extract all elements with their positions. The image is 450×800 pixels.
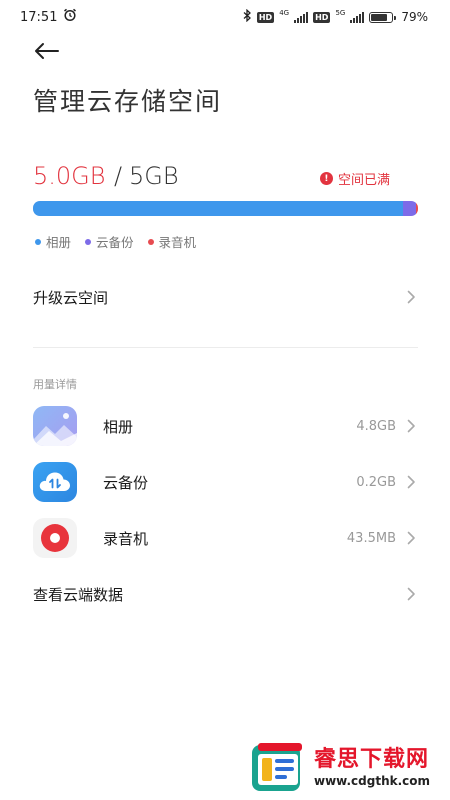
battery-fill [371,13,388,21]
bluetooth-icon [242,8,252,25]
usage-separator: / [114,162,123,190]
alarm-icon [63,8,77,26]
signal-icon-1 [294,11,309,23]
page-title: 管理云存储空间 [33,87,223,116]
usage-used: 5.0GB [33,162,106,190]
detail-name-recorder: 录音机 [103,529,149,548]
legend-item-album: 相册 [35,232,71,251]
arrow-left-icon [33,42,59,64]
storage-full-status: ! 空间已满 [319,169,390,188]
chevron-right-icon [404,290,418,304]
legend-label-album: 相册 [46,235,72,250]
legend-item-recorder: 录音机 [147,232,197,251]
view-cloud-data-label: 查看云端数据 [33,585,124,604]
chevron-right-icon [404,587,418,601]
legend-dot-album [35,238,41,245]
storage-bar [33,201,418,216]
detail-size-recorder: 43.5MB [346,530,396,546]
detail-size-album: 4.8GB [356,418,396,434]
gallery-icon [33,406,77,446]
network-type-1: 4G [279,8,290,17]
detail-name-album: 相册 [103,417,134,436]
chevron-right-icon [404,531,418,545]
cloud-backup-icon [33,462,77,502]
chevron-right-icon [404,475,418,489]
watermark-text: 睿思下载网 www.cdgthk.com [314,747,430,789]
storage-full-label: 空间已满 [337,173,390,188]
watermark-title: 睿思下载网 [314,747,430,772]
storage-legend: 相册 云备份 录音机 [35,232,196,251]
chevron-right-icon [404,419,418,433]
detail-row-backup[interactable]: 云备份 0.2GB [33,460,418,504]
detail-row-recorder[interactable]: 录音机 43.5MB [33,516,418,560]
legend-label-backup: 云备份 [96,235,134,250]
network-type-2: 5G [335,8,346,17]
detail-name-backup: 云备份 [103,473,149,492]
watermark-url: www.cdgthk.com [314,774,431,788]
storage-segment-backup [402,201,417,216]
usage-summary: 5.0GB / 5GB ! 空间已满 [33,160,418,196]
status-left: 17:51 [20,8,77,26]
upgrade-storage-label: 升级云空间 [33,288,109,307]
watermark: 睿思下载网 www.cdgthk.com [248,738,448,798]
watermark-logo-icon [248,739,306,797]
back-button[interactable] [28,38,64,68]
detail-size-backup: 0.2GB [356,474,396,490]
legend-item-backup: 云备份 [85,232,134,251]
hd-badge-2: HD [313,11,331,23]
legend-dot-backup [85,238,92,245]
divider [33,347,418,348]
status-bar: 17:51 HD 4G HD 5G 79% [0,0,450,34]
status-time: 17:51 [20,9,58,25]
alert-icon: ! [319,172,333,185]
battery-icon [369,11,397,23]
hd-badge-1: HD [256,11,275,23]
storage-segment-album [33,201,403,216]
usage-total: 5GB [129,162,179,190]
legend-dot-recorder [147,238,154,245]
usage-details-heading: 用量详情 [33,378,77,391]
upgrade-storage-row[interactable]: 升级云空间 [33,276,418,318]
storage-segment-recorder [416,201,418,216]
signal-icon-2 [350,11,365,23]
battery-percent: 79% [401,10,428,24]
detail-row-album[interactable]: 相册 4.8GB [33,404,418,448]
view-cloud-data-row[interactable]: 查看云端数据 [33,574,418,614]
status-right: HD 4G HD 5G 79% [242,8,428,25]
legend-label-recorder: 录音机 [158,235,197,250]
recorder-icon [33,518,77,558]
